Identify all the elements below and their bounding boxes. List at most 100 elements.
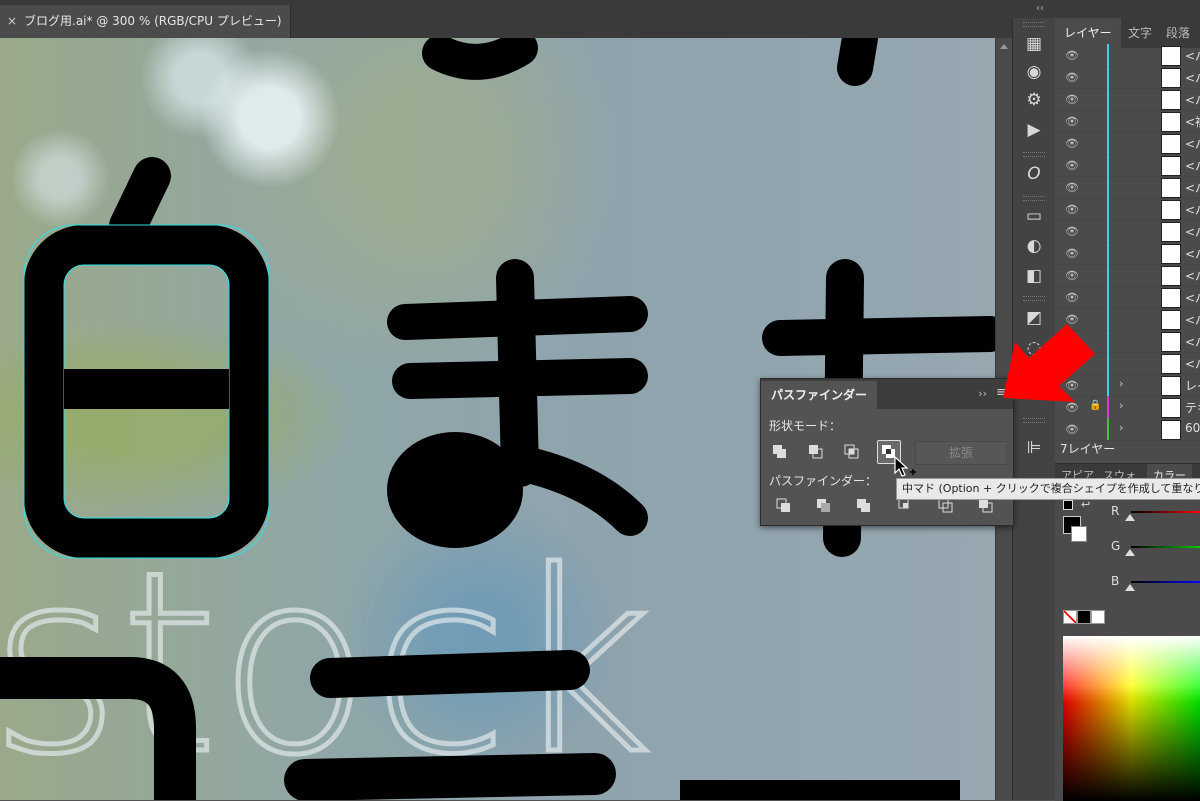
r-slider-thumb[interactable]	[1125, 514, 1135, 521]
white-swatch[interactable]	[1091, 610, 1105, 624]
expand-layer-icon[interactable]: ›	[1119, 399, 1123, 412]
layer-thumbnail	[1161, 244, 1181, 264]
visibility-eye-icon[interactable]: 👁	[1065, 181, 1079, 194]
layer-row[interactable]: 👁 <パ	[1055, 220, 1200, 243]
layer-thumbnail	[1161, 200, 1181, 220]
document-tab-bar: × ブログ用.ai* @ 300 % (RGB/CPU プレビュー)	[0, 0, 1012, 38]
visibility-eye-icon[interactable]: 👁	[1065, 137, 1079, 150]
pathfinder-header[interactable]: パスファインダー ›› ≡	[761, 379, 1013, 409]
ma-loop	[387, 432, 523, 548]
trim-button[interactable]	[813, 495, 835, 517]
layer-name: <パ	[1185, 335, 1200, 349]
layer-row[interactable]: 👁 <パ	[1055, 132, 1200, 155]
layer-row[interactable]: 👁 <パ	[1055, 286, 1200, 309]
opentype-icon[interactable]: O	[1021, 162, 1047, 186]
grip-2[interactable]	[1023, 152, 1045, 157]
play-icon[interactable]: ▶	[1021, 118, 1047, 142]
layer-name: <パ	[1185, 93, 1200, 107]
red-annotation-arrow-icon	[1003, 324, 1095, 402]
layer-color-bar	[1107, 88, 1109, 110]
symbols-icon[interactable]: ◉	[1021, 60, 1047, 84]
default-colors-icon[interactable]	[1063, 500, 1073, 510]
document-tab[interactable]: × ブログ用.ai* @ 300 % (RGB/CPU プレビュー)	[0, 5, 291, 38]
transparency-icon[interactable]: ◐	[1021, 234, 1047, 258]
layer-row[interactable]: 👁 <パ	[1055, 44, 1200, 67]
layer-thumbnail	[1161, 46, 1181, 66]
lower-right-shape	[680, 780, 960, 800]
document-title: ブログ用.ai* @ 300 % (RGB/CPU プレビュー)	[24, 14, 282, 28]
divide-button[interactable]	[773, 495, 795, 517]
visibility-eye-icon[interactable]: 👁	[1065, 269, 1079, 282]
layer-name: 600×5	[1185, 421, 1200, 435]
unite-button[interactable]	[769, 441, 791, 463]
b-slider-track[interactable]	[1131, 581, 1200, 583]
layer-name: <パ	[1185, 181, 1200, 195]
exclude-tooltip: 中マド (Option + クリックで複合シェイプを作成して重なりを	[896, 478, 1200, 500]
layer-color-bar	[1107, 176, 1109, 198]
intersect-button[interactable]	[841, 441, 863, 463]
gear-icon[interactable]: ⚙	[1021, 88, 1047, 112]
visibility-eye-icon[interactable]: 👁	[1065, 225, 1079, 238]
visibility-eye-icon[interactable]: 👁	[1065, 203, 1079, 216]
layer-name: <パ	[1185, 71, 1200, 85]
haku-middle-bar	[64, 369, 229, 409]
layer-row[interactable]: 👁 <パ	[1055, 154, 1200, 177]
visibility-eye-icon[interactable]: 👁	[1065, 71, 1079, 84]
layer-name: <パ	[1185, 225, 1200, 239]
grip-1[interactable]	[1023, 22, 1045, 27]
layer-name: <パ	[1185, 247, 1200, 261]
layer-row[interactable]: 👁 <パ	[1055, 176, 1200, 199]
grip-3[interactable]	[1023, 196, 1045, 201]
merge-button[interactable]	[853, 495, 875, 517]
g-slider-track[interactable]	[1131, 546, 1200, 548]
expand-button[interactable]: 拡張	[915, 441, 1007, 465]
grip-4[interactable]	[1023, 296, 1045, 301]
visibility-eye-icon[interactable]: 👁	[1065, 159, 1079, 172]
layer-color-bar	[1107, 242, 1109, 264]
layer-color-bar	[1107, 66, 1109, 88]
none-swatch[interactable]	[1063, 610, 1077, 624]
layer-thumbnail	[1161, 222, 1181, 242]
r-slider-track[interactable]	[1131, 511, 1200, 513]
visibility-eye-icon[interactable]: 👁	[1065, 291, 1079, 304]
collapse-panels-icon[interactable]: ‹‹	[1036, 3, 1044, 14]
layer-color-bar	[1107, 330, 1109, 352]
layer-name: <パ	[1185, 159, 1200, 173]
pathfinder-title[interactable]: パスファインダー	[761, 381, 878, 409]
expand-layer-icon[interactable]: ›	[1119, 421, 1123, 434]
layer-name: <パ	[1185, 291, 1200, 305]
layer-color-bar	[1107, 418, 1109, 440]
gradient-icon[interactable]: ▭	[1021, 204, 1047, 228]
visibility-eye-icon[interactable]: 👁	[1065, 247, 1079, 260]
g-slider-thumb[interactable]	[1125, 549, 1135, 556]
b-slider-thumb[interactable]	[1125, 584, 1135, 591]
color-spectrum[interactable]	[1063, 636, 1200, 801]
expand-layer-icon[interactable]: ›	[1119, 377, 1123, 390]
layer-name: <パ	[1185, 269, 1200, 283]
collapse-panel-icon[interactable]: ››	[978, 387, 987, 400]
layer-thumbnail	[1161, 178, 1181, 198]
align-grid-icon[interactable]: ▦	[1021, 32, 1047, 56]
layer-row[interactable]: 👁 <パ	[1055, 66, 1200, 89]
stroke-swatch[interactable]	[1071, 526, 1087, 542]
layer-thumbnail	[1161, 112, 1181, 132]
layer-row[interactable]: 👁 <パ	[1055, 264, 1200, 287]
layer-row[interactable]: 👁 <パ	[1055, 242, 1200, 265]
align-icon[interactable]: ⊫	[1021, 436, 1047, 460]
pathfinders-label: パスファインダー：	[769, 474, 878, 488]
layer-row[interactable]: 👁 <パ	[1055, 198, 1200, 221]
layer-row[interactable]: 👁 <パ	[1055, 88, 1200, 111]
layer-thumbnail	[1161, 90, 1181, 110]
visibility-eye-icon[interactable]: 👁	[1065, 93, 1079, 106]
black-swatch[interactable]	[1077, 610, 1091, 624]
layer-color-bar	[1107, 132, 1109, 154]
close-tab-icon[interactable]: ×	[0, 5, 24, 38]
visibility-eye-icon[interactable]: 👁	[1065, 115, 1079, 128]
layer-thumbnail	[1161, 266, 1181, 286]
appearance-icon[interactable]: ◧	[1021, 264, 1047, 288]
visibility-eye-icon[interactable]: 👁	[1065, 49, 1079, 62]
minus-front-button[interactable]	[805, 441, 827, 463]
layer-row[interactable]: 👁 <複	[1055, 110, 1200, 133]
scroll-up-icon[interactable]	[1000, 44, 1008, 49]
layer-name: テキス	[1185, 401, 1200, 415]
